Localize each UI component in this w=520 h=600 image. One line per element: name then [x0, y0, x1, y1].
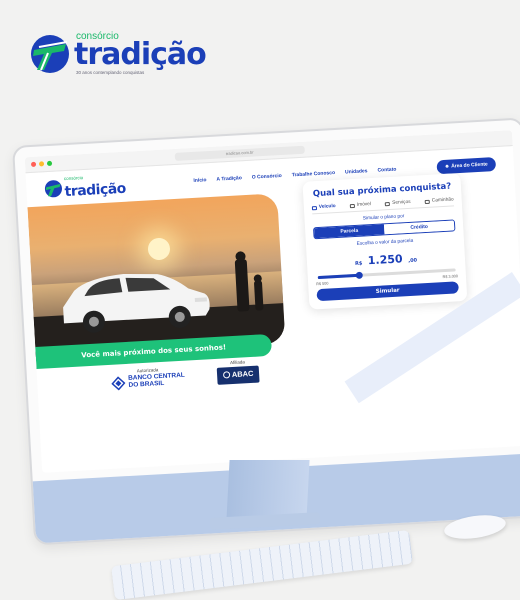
simulator-card: Qual sua próxima conquista? Veículo Imóv…	[302, 173, 468, 310]
tab-veiculo[interactable]: Veículo	[311, 204, 336, 210]
bcb-logo: BANCO CENTRAL DO BRASIL	[111, 372, 185, 391]
adult-silhouette	[234, 259, 250, 312]
user-icon: ☻	[444, 163, 450, 170]
simulator-title: Qual sua próxima conquista?	[312, 181, 452, 200]
truck-icon	[424, 199, 430, 204]
authorized-label: Autorizada	[136, 367, 159, 374]
keyboard-image	[111, 529, 413, 600]
abac-ring-icon	[222, 371, 231, 379]
slider-min: R$ 500	[316, 281, 329, 287]
site-logo-small: consórcio	[63, 175, 84, 182]
tab-imovel[interactable]: Imóvel	[349, 202, 372, 208]
nav-item-unidades[interactable]: Unidades	[345, 168, 368, 175]
amount-display: R$ 1.250 ,00	[314, 244, 457, 271]
brand-name: tradição	[74, 37, 207, 72]
amount-currency: R$	[354, 260, 363, 268]
client-area-button[interactable]: ☻ Área do Cliente	[436, 157, 497, 175]
sun-shape	[147, 237, 171, 261]
tab-veiculo-label: Veículo	[318, 204, 336, 210]
close-dot-icon[interactable]	[30, 161, 37, 167]
client-area-label: Área do Cliente	[450, 161, 488, 170]
site-logo-name: tradição	[64, 180, 127, 201]
tab-caminhao-label: Caminhão	[431, 197, 454, 204]
suv-car-image	[63, 273, 210, 333]
slider-handle[interactable]	[355, 271, 364, 279]
nav-item-a-tradicao[interactable]: A Tradição	[216, 175, 242, 182]
slider-fill	[317, 273, 360, 280]
bcb-emblem-icon	[111, 376, 126, 391]
abac-logo: ABAC	[216, 365, 260, 385]
minimize-dot-icon[interactable]	[38, 161, 45, 167]
nav-item-trabalhe-conosco[interactable]: Trabalhe Conosco	[292, 170, 336, 178]
slider-max: R$ 3.000	[442, 274, 459, 280]
hero-image	[27, 193, 286, 357]
nav-item-contato[interactable]: Contato	[377, 167, 396, 174]
tab-caminhao[interactable]: Caminhão	[424, 197, 454, 204]
tab-servicos[interactable]: Serviços	[385, 200, 411, 206]
site-logo[interactable]: consórcio tradição	[44, 173, 126, 201]
affiliated-label: Afiliada	[229, 359, 245, 366]
tradicao-logo-icon	[44, 180, 63, 198]
monitor-stand	[226, 460, 310, 520]
option-parcela[interactable]: Parcela	[314, 224, 385, 239]
tools-icon	[385, 201, 391, 206]
brand-tagline: 30 anos contemplando conquistas	[76, 70, 145, 75]
abac-name: ABAC	[231, 368, 254, 380]
maximize-dot-icon[interactable]	[46, 160, 53, 167]
bcb-line2: DO BRASIL	[128, 379, 165, 389]
amount-cents: ,00	[408, 257, 418, 265]
nav-item-inicio[interactable]: Início	[193, 177, 206, 184]
nav-item-o-consorcio[interactable]: O Consórcio	[252, 173, 282, 181]
bcb-logo-group: Autorizada BANCO CENTRAL DO BRASIL	[111, 366, 186, 391]
abac-logo-group: Afiliada ABAC	[216, 359, 260, 385]
amount-value: 1.250	[367, 252, 403, 268]
option-credito[interactable]: Crédito	[383, 220, 455, 235]
house-icon	[349, 203, 356, 208]
car-icon	[311, 205, 318, 210]
tradicao-logo-icon	[31, 34, 69, 73]
tab-imovel-label: Imóvel	[356, 202, 372, 208]
browser-window: tradicao.com.br consórcio tradição Iníci…	[24, 130, 520, 473]
child-silhouette	[253, 280, 264, 311]
brand-logo: consórcio tradição 30 anos contemplando …	[30, 32, 207, 76]
tab-servicos-label: Serviços	[392, 199, 411, 206]
